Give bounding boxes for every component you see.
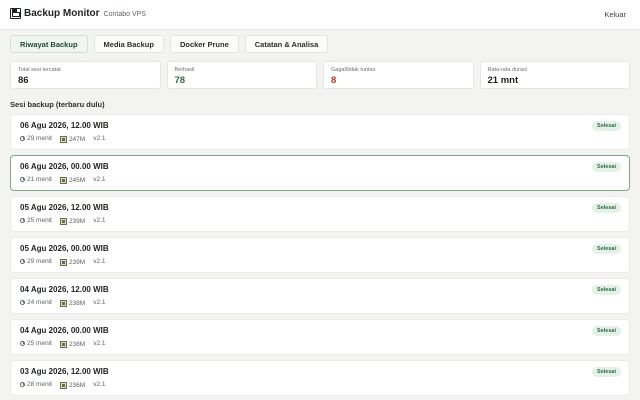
tab-bar: Riwayat Backup Media Backup Docker Prune… (10, 35, 329, 53)
session-size: 238M (68, 341, 86, 348)
archive-icon (59, 382, 67, 389)
stat-label: Gagal/tidak tuntas (331, 67, 376, 73)
tab-media-backup[interactable]: Media Backup (93, 35, 164, 53)
session-meta: 29 menit 247M v2.1 (20, 133, 106, 143)
session-meta: 25 menit 238M v2.1 (20, 338, 106, 348)
session-size: 236M (68, 382, 86, 389)
app-subtitle: Contabo VPS (103, 11, 146, 18)
session-version: v2.1 (93, 175, 106, 183)
session-item[interactable]: 06 Agu 2026, 00.00 WIB 21 menit 245M v2.… (10, 155, 630, 191)
tab-catatan-analisa[interactable]: Catatan & Analisa (244, 35, 329, 53)
session-item[interactable]: 04 Agu 2026, 00.00 WIB 25 menit 238M v2.… (10, 319, 630, 355)
session-duration: 25 menit (27, 216, 52, 224)
session-duration: 29 menit (27, 134, 52, 142)
session-meta: 25 menit 239M v2.1 (20, 215, 106, 225)
sessions-heading: Sesi backup (terbaru dulu) (10, 100, 105, 109)
stats-row: Total sesi tercatat 86 Berhasil 78 Gagal… (10, 61, 630, 89)
archive-icon (59, 136, 67, 143)
top-bar: Backup Monitor Contabo VPS Keluar (0, 0, 640, 30)
session-date: 06 Agu 2026, 00.00 WIB (20, 162, 109, 171)
session-list: 06 Agu 2026, 12.00 WIB 29 menit 247M v2.… (10, 114, 630, 400)
session-meta: 29 menit 239M v2.1 (20, 256, 106, 266)
logout-button[interactable]: Keluar (604, 10, 626, 19)
session-version: v2.1 (93, 380, 106, 388)
archive-icon (59, 300, 67, 307)
session-item[interactable]: 05 Agu 2026, 12.00 WIB 25 menit 239M v2.… (10, 196, 630, 232)
brand: Backup Monitor Contabo VPS (10, 8, 146, 19)
clock-icon (20, 299, 25, 305)
archive-icon (59, 218, 67, 225)
app-title: Backup Monitor (24, 8, 100, 19)
session-version: v2.1 (93, 339, 106, 347)
session-item[interactable]: 04 Agu 2026, 12.00 WIB 24 menit 238M v2.… (10, 278, 630, 314)
session-version: v2.1 (93, 216, 106, 224)
stat-card-success: Berhasil 78 (166, 61, 317, 89)
archive-icon (59, 177, 67, 184)
session-date: 04 Agu 2026, 12.00 WIB (20, 285, 109, 294)
session-date: 04 Agu 2026, 00.00 WIB (20, 326, 109, 335)
clock-icon (20, 340, 25, 346)
stat-value: 86 (18, 75, 29, 86)
session-version: v2.1 (93, 298, 106, 306)
session-date: 05 Agu 2026, 00.00 WIB (20, 244, 109, 253)
tab-docker-prune[interactable]: Docker Prune (169, 35, 239, 53)
session-size: 239M (68, 218, 86, 225)
clock-icon (20, 176, 25, 182)
session-date: 03 Agu 2026, 12.00 WIB (20, 367, 109, 376)
session-duration: 21 menit (27, 175, 52, 183)
session-meta: 21 menit 245M v2.1 (20, 174, 106, 184)
status-badge: Selesai (592, 367, 621, 377)
session-version: v2.1 (93, 257, 106, 265)
session-size: 238M (68, 300, 86, 307)
session-size: 245M (68, 177, 86, 184)
stat-label: Rata-rata durasi (487, 67, 527, 73)
status-badge: Selesai (592, 162, 621, 172)
session-date: 06 Agu 2026, 12.00 WIB (20, 121, 109, 130)
stat-value: 78 (174, 75, 186, 86)
clock-icon (20, 258, 25, 264)
archive-icon (59, 259, 67, 266)
session-size: 239M (68, 259, 86, 266)
session-meta: 24 menit 238M v2.1 (20, 297, 106, 307)
status-badge: Selesai (592, 121, 621, 131)
stat-card-avg-duration: Rata-rata durasi 21 mnt (479, 61, 630, 89)
clock-icon (20, 135, 25, 141)
stat-label: Total sesi tercatat (18, 67, 61, 73)
stat-card-total: Total sesi tercatat 86 (10, 61, 161, 89)
session-duration: 25 menit (27, 339, 52, 347)
stat-card-failed: Gagal/tidak tuntas 8 (323, 61, 474, 89)
status-badge: Selesai (592, 326, 621, 336)
session-version: v2.1 (93, 134, 106, 142)
stat-value: 21 mnt (487, 75, 519, 86)
session-meta: 28 menit 236M v2.1 (20, 379, 106, 389)
session-size: 247M (68, 136, 86, 143)
clock-icon (20, 381, 25, 387)
status-badge: Selesai (592, 244, 621, 254)
status-badge: Selesai (592, 203, 621, 213)
session-item[interactable]: 05 Agu 2026, 00.00 WIB 29 menit 239M v2.… (10, 237, 630, 273)
session-duration: 24 menit (27, 298, 52, 306)
stat-label: Berhasil (174, 67, 195, 73)
session-item[interactable]: 06 Agu 2026, 12.00 WIB 29 menit 247M v2.… (10, 114, 630, 150)
archive-icon (59, 341, 67, 348)
floppy-disk-icon (10, 8, 21, 19)
clock-icon (20, 217, 25, 223)
tab-riwayat-backup[interactable]: Riwayat Backup (10, 35, 88, 53)
session-duration: 29 menit (27, 257, 52, 265)
session-item[interactable]: 03 Agu 2026, 12.00 WIB 28 menit 236M v2.… (10, 360, 630, 396)
status-badge: Selesai (592, 285, 621, 295)
stat-value: 8 (331, 75, 337, 86)
session-date: 05 Agu 2026, 12.00 WIB (20, 203, 109, 212)
session-duration: 28 menit (27, 380, 52, 388)
